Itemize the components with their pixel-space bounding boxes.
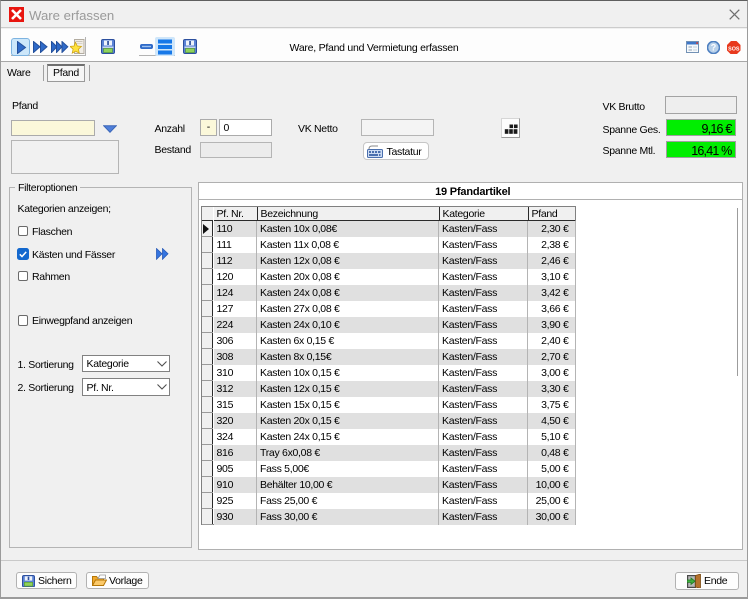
svg-text:?: ? [710, 43, 716, 53]
svg-text:SOS: SOS [728, 46, 740, 52]
